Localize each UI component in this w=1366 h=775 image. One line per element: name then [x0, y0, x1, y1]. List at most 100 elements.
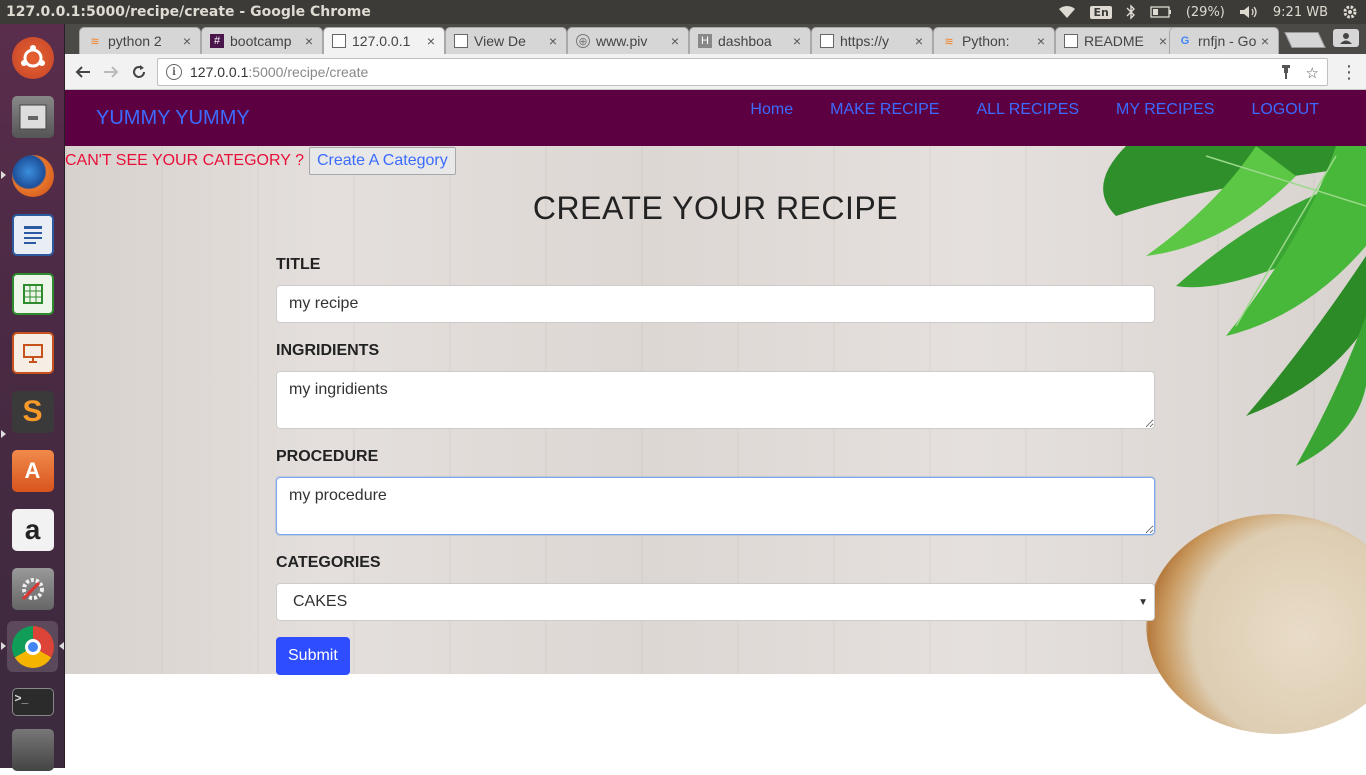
- launcher-focused-pip: [59, 642, 64, 650]
- sublime-text-icon: S: [11, 390, 54, 433]
- file-cabinet-icon: [11, 95, 54, 138]
- firefox-icon: [11, 154, 54, 197]
- tab-close-icon[interactable]: ×: [180, 33, 194, 49]
- web-page: YUMMY YUMMY Home MAKE RECIPE ALL RECIPES…: [65, 90, 1366, 768]
- tab-close-icon[interactable]: ×: [1258, 33, 1272, 49]
- launcher-firefox[interactable]: [7, 150, 58, 201]
- launcher-sublime[interactable]: S: [7, 386, 58, 437]
- browser-tab[interactable]: ≋ python 2 ×: [79, 27, 201, 54]
- window-title: 127.0.0.1:5000/recipe/create - Google Ch…: [6, 4, 371, 20]
- battery-icon[interactable]: [1150, 6, 1172, 18]
- tab-label: View De: [474, 33, 526, 49]
- new-tab-button[interactable]: [1284, 32, 1326, 48]
- create-category-button[interactable]: Create A Category: [308, 147, 456, 175]
- tab-label: https://y: [840, 33, 890, 49]
- launcher-system-settings[interactable]: [7, 563, 58, 614]
- volume-icon[interactable]: [1239, 5, 1259, 19]
- category-select[interactable]: CAKES ▼: [276, 583, 1155, 621]
- forward-arrow-icon[interactable]: [99, 60, 123, 84]
- tab-label: Python:: [962, 33, 1010, 49]
- back-arrow-icon[interactable]: [71, 60, 95, 84]
- slack-icon: #: [210, 34, 224, 48]
- ubuntu-logo-icon: [11, 36, 54, 79]
- page-icon: [454, 34, 468, 48]
- tab-close-icon[interactable]: ×: [1156, 33, 1170, 49]
- launcher-running-pip: [1, 171, 6, 179]
- keyboard-language-indicator[interactable]: En: [1090, 5, 1112, 19]
- nav-all-recipes[interactable]: ALL RECIPES: [976, 101, 1079, 119]
- launcher-chrome[interactable]: [7, 621, 58, 672]
- google-icon: G: [1180, 35, 1190, 47]
- wifi-icon[interactable]: [1058, 5, 1076, 19]
- settings-gear-icon[interactable]: [1342, 4, 1358, 20]
- dropdown-caret-icon: ▼: [1138, 596, 1148, 608]
- browser-tab[interactable]: View De ×: [445, 27, 567, 54]
- title-label: TITLE: [276, 256, 321, 273]
- category-help-text: CAN'T SEE YOUR CATEGORY ?: [65, 152, 304, 169]
- ingredients-label: INGRIDIENTS: [276, 342, 380, 359]
- wrench-gear-icon: [11, 567, 54, 610]
- browser-tab[interactable]: README ×: [1055, 27, 1177, 54]
- launcher-ubuntu-button[interactable]: [7, 32, 58, 83]
- launcher-terminal[interactable]: >_: [7, 676, 58, 727]
- launcher-running-pip: [1, 430, 6, 438]
- nav-my-recipes[interactable]: MY RECIPES: [1116, 101, 1214, 119]
- extension-pin-icon[interactable]: [1280, 64, 1292, 84]
- nav-make-recipe[interactable]: MAKE RECIPE: [830, 101, 939, 119]
- browser-tab[interactable]: ≋ Python: ×: [933, 27, 1055, 54]
- tab-close-icon[interactable]: ×: [424, 33, 438, 49]
- ingredients-textarea[interactable]: my ingridients: [276, 371, 1155, 429]
- browser-tab[interactable]: H dashboa ×: [689, 27, 811, 54]
- chrome-menu-icon[interactable]: ⋮: [1340, 62, 1358, 83]
- nav-logout[interactable]: LOGOUT: [1251, 101, 1319, 119]
- tab-close-icon[interactable]: ×: [790, 33, 804, 49]
- submit-button[interactable]: Submit: [276, 637, 350, 675]
- categories-label: CATEGORIES: [276, 554, 381, 571]
- address-bar[interactable]: i 127.0.0.1:5000/recipe/create ☆: [157, 58, 1328, 86]
- tab-close-icon[interactable]: ×: [302, 33, 316, 49]
- site-info-icon[interactable]: i: [166, 64, 182, 80]
- form-title: CREATE YOUR RECIPE: [532, 190, 899, 226]
- title-input[interactable]: [276, 285, 1155, 323]
- clock[interactable]: 9:21 WB: [1273, 5, 1328, 20]
- battery-percent: (29%): [1185, 4, 1225, 20]
- bluetooth-icon[interactable]: [1126, 4, 1136, 20]
- reload-icon[interactable]: [127, 60, 151, 84]
- tab-close-icon[interactable]: ×: [912, 33, 926, 49]
- bread-decoration: [1146, 514, 1366, 734]
- nav-home[interactable]: Home: [750, 101, 793, 119]
- tab-close-icon[interactable]: ×: [1034, 33, 1048, 49]
- chrome-icon: [11, 625, 54, 668]
- browser-tab[interactable]: # bootcamp ×: [201, 27, 323, 54]
- os-top-panel: 127.0.0.1:5000/recipe/create - Google Ch…: [0, 0, 1366, 24]
- launcher-calc[interactable]: [7, 268, 58, 319]
- launcher-workspaces[interactable]: [7, 724, 58, 775]
- launcher-files[interactable]: [7, 91, 58, 142]
- browser-tab-active[interactable]: 127.0.0.1 ×: [323, 27, 445, 54]
- tab-label: bootcamp: [230, 33, 292, 49]
- page-icon: [820, 34, 834, 48]
- launcher-amazon[interactable]: a: [7, 504, 58, 555]
- tab-close-icon[interactable]: ×: [668, 33, 682, 49]
- libreoffice-calc-icon: [11, 272, 54, 315]
- globe-icon: ⊕: [576, 34, 590, 48]
- page-icon: [332, 34, 346, 48]
- profile-icon[interactable]: [1333, 29, 1359, 47]
- launcher-writer[interactable]: [7, 209, 58, 260]
- category-help: CAN'T SEE YOUR CATEGORY ? Create A Categ…: [65, 147, 456, 175]
- procedure-textarea[interactable]: my procedure: [276, 477, 1155, 535]
- bookmark-star-icon[interactable]: ☆: [1306, 64, 1319, 84]
- nav-links: Home MAKE RECIPE ALL RECIPES MY RECIPES …: [750, 101, 1319, 119]
- workspace-switcher-icon: [11, 728, 54, 771]
- url-path: :5000/recipe/create: [248, 64, 369, 80]
- site-brand[interactable]: YUMMY YUMMY: [96, 107, 250, 130]
- tab-label: python 2: [108, 33, 162, 49]
- tab-label: README: [1084, 33, 1144, 49]
- browser-tab[interactable]: https://y ×: [811, 27, 933, 54]
- browser-tab[interactable]: G rnfjn - Go ×: [1169, 27, 1279, 54]
- tab-label: dashboa: [718, 33, 772, 49]
- tab-close-icon[interactable]: ×: [546, 33, 560, 49]
- launcher-software-center[interactable]: A: [7, 445, 58, 496]
- launcher-impress[interactable]: [7, 327, 58, 378]
- browser-tab[interactable]: ⊕ www.piv ×: [567, 27, 689, 54]
